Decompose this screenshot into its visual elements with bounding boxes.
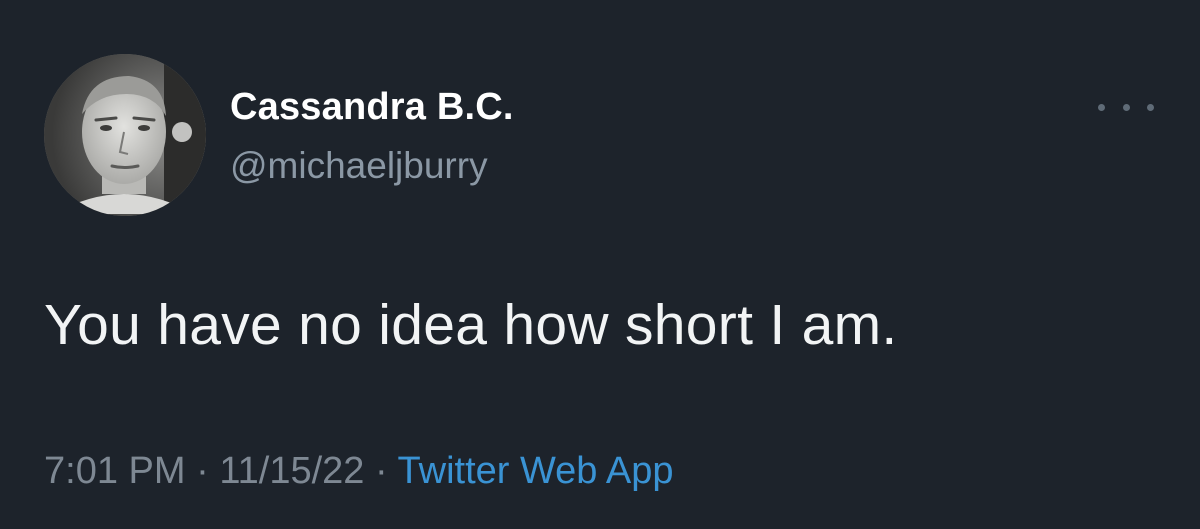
more-options-button[interactable] <box>1098 94 1154 120</box>
tweet-time[interactable]: 7:01 PM <box>44 450 186 492</box>
tweet-source-link[interactable]: Twitter Web App <box>398 450 674 492</box>
user-handle[interactable]: @michaeljburry <box>230 145 488 187</box>
tweet-metadata: 7:01 PM · 11/15/22 · Twitter Web App <box>44 450 674 493</box>
tweet-card: Cassandra B.C. @michaeljburry You have n… <box>0 0 1200 529</box>
tweet-date[interactable]: 11/15/22 <box>219 450 364 492</box>
more-dots-icon <box>1098 103 1105 111</box>
tweet-text: You have no idea how short I am. <box>44 293 898 357</box>
meta-separator: · <box>374 450 388 492</box>
meta-separator: · <box>196 450 209 492</box>
more-dots-icon <box>1122 103 1130 111</box>
avatar-image <box>44 54 206 216</box>
display-name[interactable]: Cassandra B.C. <box>230 86 514 129</box>
more-dots-icon <box>1147 103 1154 111</box>
avatar[interactable] <box>44 54 206 216</box>
